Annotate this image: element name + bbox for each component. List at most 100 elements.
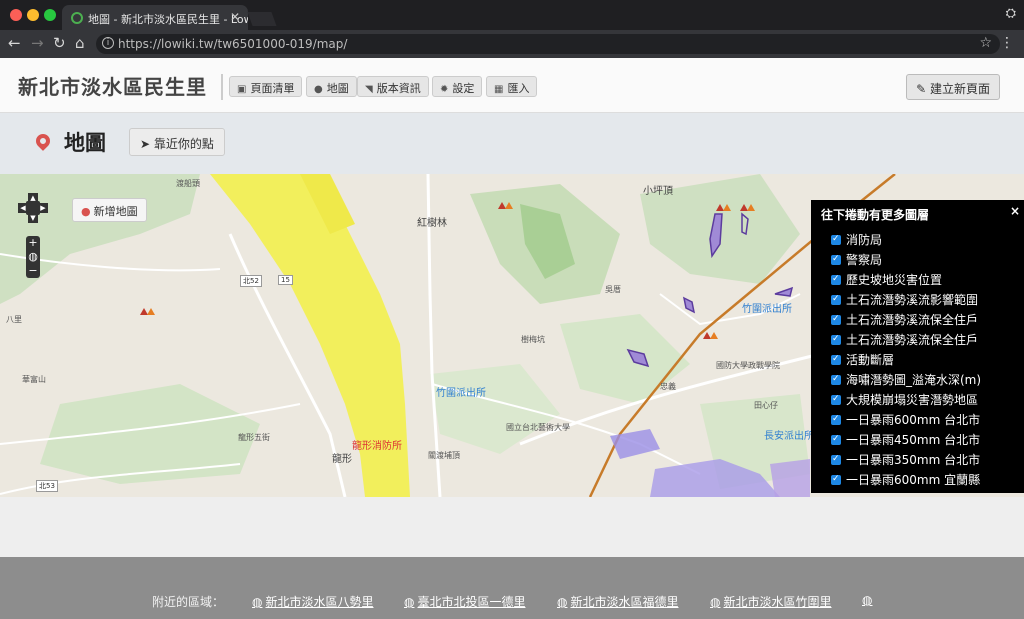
reload-icon[interactable]: ↻	[53, 35, 66, 51]
map-zoom-control[interactable]: + ◍ −	[26, 236, 40, 278]
globe-icon: ◍	[404, 595, 415, 609]
fire-station-marker[interactable]	[740, 204, 755, 214]
layer-item[interactable]: 一日暴雨350mm 台北市	[831, 451, 981, 472]
layer-label: 一日暴雨450mm 台北市	[846, 433, 981, 447]
layer-checkbox[interactable]	[831, 371, 841, 387]
info-icon[interactable]: i	[102, 37, 114, 49]
map-label: 華富山	[22, 375, 46, 384]
layer-label: 活動斷層	[846, 353, 895, 367]
close-window-button[interactable]	[10, 9, 22, 21]
fire-station-marker[interactable]	[716, 204, 731, 214]
maximize-window-button[interactable]	[44, 9, 56, 21]
nav-version-button[interactable]: ◥ 版本資訊	[357, 76, 429, 97]
globe-icon: ◍	[252, 595, 263, 609]
forward-icon[interactable]: →	[31, 35, 44, 51]
nav-label: 版本資訊	[376, 82, 421, 95]
layer-item[interactable]: 消防局	[831, 231, 981, 252]
nav-map-button[interactable]: ● 地圖	[306, 76, 357, 97]
fire-station-marker[interactable]	[703, 332, 718, 342]
nav-import-button[interactable]: ▦ 匯入	[486, 76, 538, 97]
map-marker-icon: ●	[81, 205, 91, 218]
browser-tab[interactable]: 地圖 - 新北市淡水區民生里 - Lowiki ✕	[62, 5, 248, 30]
globe-icon[interactable]: ◍	[26, 250, 40, 264]
layer-item[interactable]: 大規模崩塌災害潛勢地區	[831, 391, 981, 412]
layer-item[interactable]: 活動斷層	[831, 351, 981, 372]
nearby-area-link[interactable]: ◍ 臺北市北投區一德里	[404, 593, 526, 610]
nearby-area-link[interactable]: ◍ 新北市淡水區八勢里	[252, 593, 374, 610]
nav-settings-button[interactable]: ✹ 設定	[432, 76, 483, 97]
address-bar[interactable]: i https://lowiki.tw/tw6501000-019/map/ ☆	[96, 34, 1000, 54]
map-pan-control[interactable]: ▲ ◀ ▶ ▼	[18, 193, 48, 223]
home-icon[interactable]: ⌂	[75, 35, 85, 51]
minimize-window-button[interactable]	[27, 9, 39, 21]
layer-checkbox[interactable]	[831, 351, 841, 367]
layer-checkbox[interactable]	[831, 431, 841, 447]
site-brand[interactable]: 新北市淡水區民生里	[18, 74, 223, 100]
nav-page-list-button[interactable]: ▣ 頁面清單	[229, 76, 303, 97]
map-label: 龍形	[332, 454, 352, 465]
layer-label: 警察局	[846, 253, 883, 267]
browser-toolbar: ← → ↻ ⌂ i https://lowiki.tw/tw6501000-01…	[0, 30, 1024, 58]
layer-checkbox[interactable]	[831, 391, 841, 407]
map-label: 小坪頂	[643, 186, 673, 197]
layer-item[interactable]: 土石流潛勢溪流影響範圍	[831, 291, 981, 312]
layer-checkbox[interactable]	[831, 471, 841, 487]
url-text: https://lowiki.tw/tw6501000-019/map/	[118, 37, 348, 51]
nearby-label: 靠近你的點	[153, 137, 214, 151]
close-icon[interactable]: ×	[1010, 204, 1020, 218]
layer-item[interactable]: 土石流潛勢溪流保全住戶	[831, 311, 981, 332]
layer-checkbox[interactable]	[831, 251, 841, 267]
layer-checkbox[interactable]	[831, 311, 841, 327]
fire-station-marker[interactable]	[140, 308, 155, 318]
map-label: 國立台北藝術大學	[506, 423, 570, 432]
back-icon[interactable]: ←	[8, 35, 21, 51]
fire-station-marker[interactable]	[498, 202, 513, 212]
nearby-area-name: 新北市淡水區竹圍里	[723, 595, 832, 609]
layer-checkbox[interactable]	[831, 331, 841, 347]
table-icon: ▦	[494, 84, 504, 95]
new-tab-button[interactable]	[247, 12, 277, 26]
more-areas-icon[interactable]: ◍	[862, 593, 872, 607]
site-header: 新北市淡水區民生里 ▣ 頁面清單 ● 地圖 ◥ 版本資訊 ✹ 設定 ▦ 匯入 ✎ 建立新頁…	[0, 58, 1024, 113]
page-title: 地圖	[64, 131, 106, 155]
tab-close-icon[interactable]: ✕	[230, 10, 240, 24]
page-title-band: 地圖 ➤ 靠近你的點	[0, 113, 1024, 174]
nearby-area-link[interactable]: ◍ 新北市淡水區竹圍里	[710, 593, 832, 610]
layer-item[interactable]: 一日暴雨450mm 台北市	[831, 431, 981, 452]
browser-menu-icon[interactable]: ⋮	[1000, 35, 1014, 51]
nearby-area-link[interactable]: ◍ 新北市淡水區福德里	[557, 593, 679, 610]
bookmark-star-icon[interactable]: ☆	[979, 35, 992, 51]
map-label: 田心仔	[754, 401, 778, 410]
nearby-points-button[interactable]: ➤ 靠近你的點	[129, 128, 225, 156]
layer-checkbox[interactable]	[831, 411, 841, 427]
layer-label: 土石流潛勢溪流保全住戶	[846, 313, 979, 327]
layer-label: 一日暴雨600mm 台北市	[846, 413, 981, 427]
layer-item[interactable]: 土石流潛勢溪流保全住戶	[831, 331, 981, 352]
nearby-area-name: 新北市淡水區福德里	[570, 595, 679, 609]
add-map-button[interactable]: ● 新增地圖	[72, 198, 147, 222]
map-label: 八里	[6, 315, 22, 324]
layer-checkbox[interactable]	[831, 231, 841, 247]
layer-item[interactable]: 一日暴雨600mm 宜蘭縣	[831, 471, 981, 492]
layer-checkbox[interactable]	[831, 291, 841, 307]
add-map-label: 新增地圖	[93, 205, 138, 218]
layer-item[interactable]: 歷史坡地災害位置	[831, 271, 981, 292]
pan-center[interactable]	[26, 201, 40, 215]
site-favicon-icon	[71, 12, 83, 24]
map-label: 紅樹林	[417, 218, 447, 229]
new-page-button[interactable]: ✎ 建立新頁面	[906, 74, 1000, 100]
layer-label: 一日暴雨350mm 台北市	[846, 453, 981, 467]
browser-titlebar: 地圖 - 新北市淡水區民生里 - Lowiki ✕ ⛭	[0, 0, 1024, 30]
layer-item[interactable]: 一日暴雨600mm 台北市	[831, 411, 981, 432]
layer-checkbox[interactable]	[831, 271, 841, 287]
nearby-area-name: 臺北市北投區一德里	[417, 595, 526, 609]
zoom-out-icon[interactable]: −	[26, 264, 40, 278]
layer-item[interactable]: 海嘯潛勢圖_溢淹水深(m)	[831, 371, 982, 392]
road-shield: 北52	[240, 275, 262, 287]
nearby-areas-label: 附近的區域：	[152, 595, 225, 609]
layer-label: 海嘯潛勢圖_溢淹水深(m)	[846, 373, 982, 387]
zoom-in-icon[interactable]: +	[26, 236, 40, 250]
layer-checkbox[interactable]	[831, 451, 841, 467]
layer-item[interactable]: 警察局	[831, 251, 981, 272]
rss-icon: ◥	[365, 84, 373, 95]
